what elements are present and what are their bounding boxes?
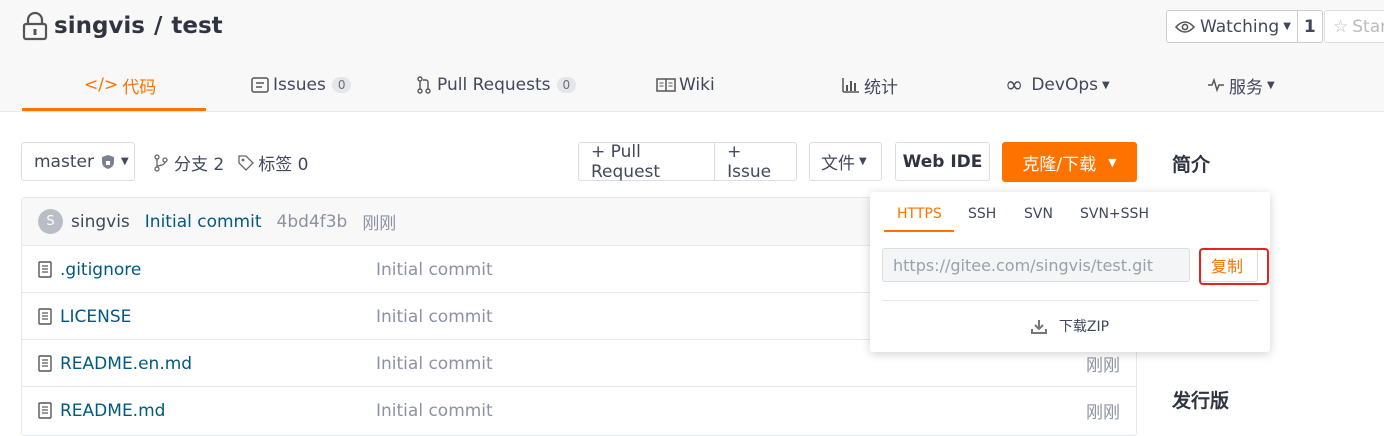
tab-services[interactable]: 服务 ▼ [1207, 60, 1275, 110]
tab-svn[interactable]: SVN [1024, 206, 1053, 222]
tab-ssh[interactable]: SSH [968, 206, 996, 222]
download-zip-button[interactable]: 下载ZIP [870, 316, 1270, 336]
table-row: README.md Initial commit 刚刚 [22, 387, 1136, 434]
repo-owner[interactable]: singvis [54, 13, 145, 39]
web-ide-button[interactable]: Web IDE [895, 142, 990, 181]
file-name: LICENSE [60, 306, 132, 327]
clone-download-button[interactable]: 克隆/下载 ▼ [1002, 142, 1137, 182]
file-link[interactable]: README.md [38, 387, 165, 434]
watch-count[interactable]: 1 [1298, 11, 1322, 42]
tags-link[interactable]: 标签 0 [258, 150, 308, 175]
star-icon: ☆ [1333, 16, 1349, 37]
file-icon [38, 402, 52, 419]
file-commit-message[interactable]: Initial commit [376, 387, 493, 434]
tab-issues-label: Issues [273, 75, 326, 95]
sidebar-release-title: 发行版 [1172, 390, 1230, 412]
pull-request-icon [417, 76, 431, 94]
tag-icon [238, 154, 255, 171]
tab-services-label: 服务 [1229, 77, 1263, 98]
file-name: .gitignore [60, 259, 142, 280]
tab-wiki[interactable]: Wiki [656, 60, 715, 110]
repo-name[interactable]: test [171, 13, 222, 39]
active-protocol-indicator [884, 230, 954, 232]
sidebar-intro-title: 简介 [1172, 154, 1211, 176]
file-menu-button[interactable]: 文件 ▼ [809, 142, 882, 181]
file-commit-message[interactable]: Initial commit [376, 293, 493, 340]
commit-time: 刚刚 [362, 214, 397, 234]
file-name: README.md [60, 400, 166, 421]
issues-icon [251, 77, 269, 93]
active-tab-indicator [22, 108, 206, 111]
service-icon [1208, 78, 1224, 92]
star-button[interactable]: ☆ Star [1324, 10, 1384, 43]
file-link[interactable]: LICENSE [38, 293, 131, 340]
file-time: 刚刚 [1086, 403, 1120, 423]
branch-tag-info: 分支 2 标签 0 [154, 150, 308, 175]
file-icon [38, 308, 52, 325]
tab-https[interactable]: HTTPS [897, 206, 942, 222]
watch-label: Watching [1200, 16, 1280, 37]
repo-separator: / [153, 13, 163, 39]
branch-select[interactable]: master ▼ [21, 142, 135, 181]
tab-stats[interactable]: 统计 [842, 60, 898, 110]
tab-stats-label: 统计 [864, 77, 898, 98]
chevron-down-icon: ▼ [1283, 21, 1291, 32]
tab-devops-label: DevOps [1031, 75, 1098, 95]
watch-button[interactable]: Watching ▼ 1 [1166, 10, 1323, 43]
repo-tabs: </> 代码 Issues 0 Pull Requests 0 Wiki 统计 … [0, 60, 1384, 112]
tab-pull-requests-label: Pull Requests [437, 75, 551, 95]
avatar[interactable]: S [38, 209, 63, 234]
lock-icon [22, 11, 48, 41]
devops-icon: ∞ [1005, 72, 1024, 98]
chevron-down-icon: ▼ [1101, 79, 1110, 91]
file-name: README.en.md [60, 353, 193, 374]
file-link[interactable]: README.en.md [38, 340, 192, 387]
tab-issues[interactable]: Issues 0 [251, 60, 352, 110]
tab-pull-requests[interactable]: Pull Requests 0 [416, 60, 577, 110]
chevron-down-icon: ▼ [1267, 79, 1275, 91]
chevron-down-icon: ▼ [120, 156, 129, 167]
tab-svn-ssh[interactable]: SVN+SSH [1080, 206, 1149, 222]
repo-title: singvis / test [22, 10, 223, 42]
chevron-down-icon: ▼ [859, 156, 867, 167]
clone-download-label: 克隆/下载 [1022, 154, 1097, 175]
issues-count-badge: 0 [331, 77, 352, 93]
download-zip-label: 下载ZIP [1058, 319, 1110, 335]
file-commit-message[interactable]: Initial commit [376, 340, 493, 387]
commit-message[interactable]: Initial commit [145, 212, 262, 232]
commit-hash[interactable]: 4bd4f3b [277, 212, 348, 232]
tab-code-label: 代码 [122, 77, 157, 98]
copy-button-highlight [1199, 248, 1269, 285]
caret-down-icon: ▼ [1108, 155, 1117, 169]
file-commit-message[interactable]: Initial commit [376, 246, 493, 293]
file-icon [38, 261, 52, 278]
popup-divider [882, 300, 1258, 301]
create-actions-group: + Pull Request + Issue [578, 142, 797, 182]
chart-icon [842, 78, 859, 93]
pull-requests-count-badge: 0 [556, 77, 577, 93]
tab-devops[interactable]: ∞ DevOps ▼ [1005, 60, 1110, 110]
shield-icon [101, 154, 114, 169]
branch-icon [154, 153, 168, 172]
wiki-icon [656, 78, 676, 92]
clone-url-input[interactable]: https://gitee.com/singvis/test.git [882, 248, 1190, 282]
file-menu-label: 文件 [821, 154, 855, 174]
code-icon: </> [84, 75, 119, 95]
commit-author[interactable]: singvis [71, 212, 130, 232]
eye-icon [1175, 20, 1195, 33]
new-pull-request-button[interactable]: + Pull Request [579, 142, 716, 182]
download-icon [1030, 319, 1047, 334]
file-icon [38, 355, 52, 372]
tab-code[interactable]: </> 代码 [84, 60, 156, 110]
tab-wiki-label: Wiki [679, 75, 715, 95]
new-issue-button[interactable]: + Issue [715, 142, 796, 182]
star-label: Star [1352, 16, 1384, 37]
branches-link[interactable]: 分支 2 [174, 150, 224, 175]
clone-popup: HTTPS SSH SVN SVN+SSH https://gitee.com/… [870, 192, 1270, 352]
branch-name: master [34, 151, 94, 172]
file-link[interactable]: .gitignore [38, 246, 141, 293]
